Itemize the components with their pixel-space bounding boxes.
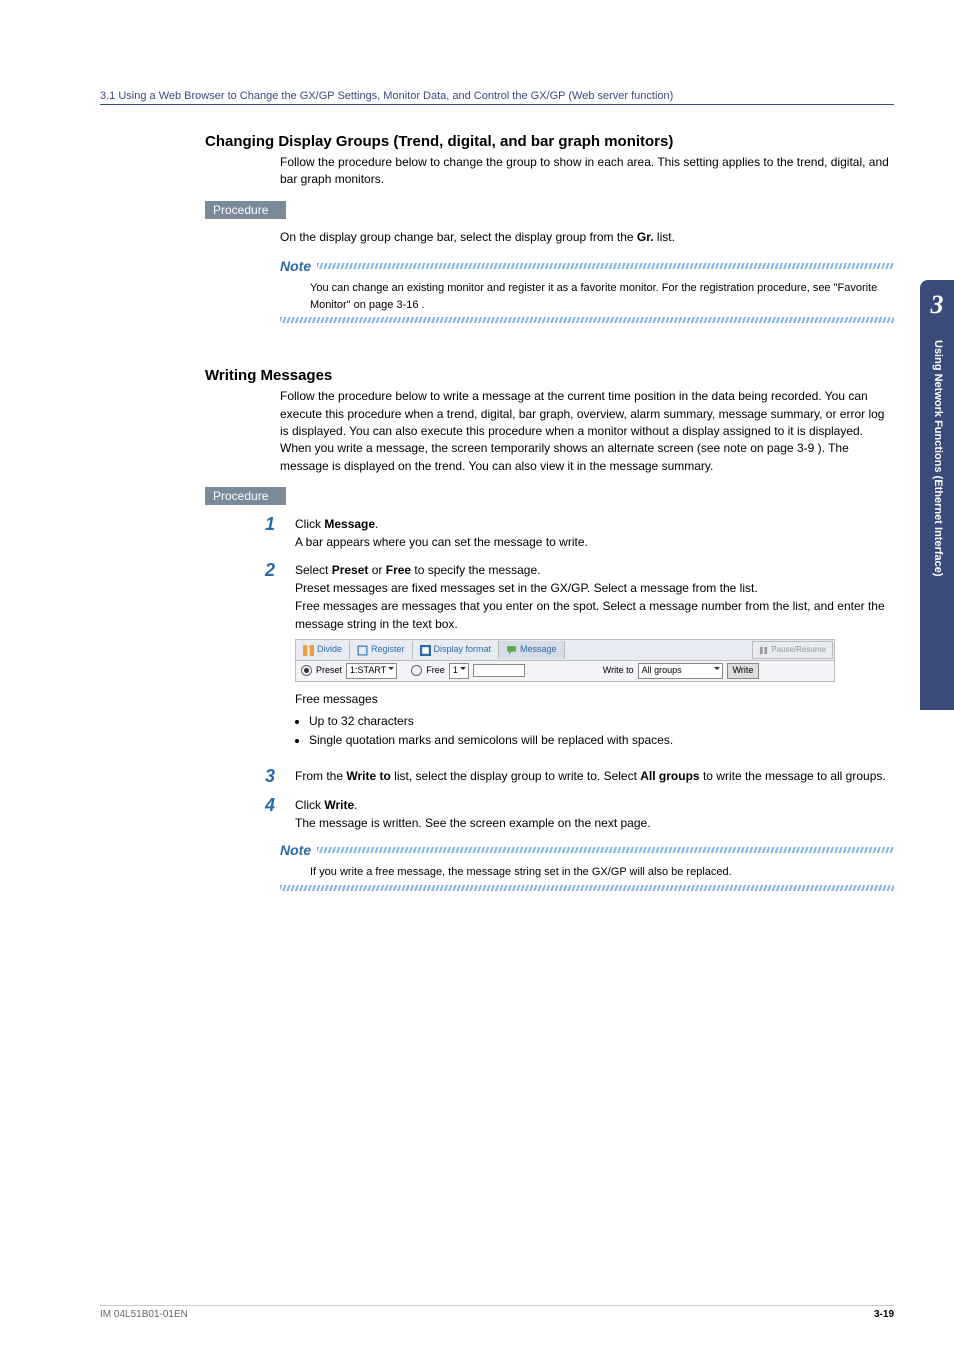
note-body: You can change an existing monitor and r… [310,280,894,313]
chapter-tab: 3 Using Network Functions (Ethernet Inte… [920,280,954,710]
pause-icon [759,646,768,655]
note-separator-icon [317,263,894,269]
step-number-1: 1 [265,515,295,551]
section-intro-groups: Follow the procedure below to change the… [280,154,894,189]
step-number-3: 3 [265,767,295,787]
step-number-4: 4 [265,796,295,832]
step-1-body: Click Message. A bar appears where you c… [295,515,588,551]
note-separator-icon [317,847,894,853]
toolbar-screenshot: Divide Register Display format Message [295,639,835,682]
display-format-button[interactable]: Display format [413,641,500,659]
register-icon [357,645,368,656]
section-title-groups: Changing Display Groups (Trend, digital,… [205,133,894,150]
write-to-label: Write to [603,664,634,678]
breadcrumb: 3.1 Using a Web Browser to Change the GX… [100,90,894,105]
divide-icon [303,645,314,656]
procedure-label: Procedure [205,201,286,219]
display-format-icon [420,645,431,656]
pause-resume-button[interactable]: Pause/Resume [752,641,833,659]
free-select[interactable]: 1 [449,663,469,679]
message-button[interactable]: Message [499,641,565,659]
chapter-label: Using Network Functions (Ethernet Interf… [932,340,944,577]
free-radio[interactable] [411,665,422,676]
step-number-2: 2 [265,561,295,757]
free-radio-label: Free [426,664,445,678]
note-label: Note [280,842,311,858]
section-intro-writing: Follow the procedure below to write a me… [280,388,894,475]
list-item: Single quotation marks and semicolons wi… [309,731,894,749]
write-button[interactable]: Write [727,663,760,679]
write-to-select[interactable]: All groups [638,663,723,679]
note-separator-icon [280,885,894,891]
preset-radio-label: Preset [316,664,342,678]
procedure-label: Procedure [205,487,286,505]
note-body: If you write a free message, the message… [310,864,894,881]
preset-radio[interactable] [301,665,312,676]
preset-select[interactable]: 1:START [346,663,397,679]
footer-doc-id: IM 04L51B01-01EN [100,1309,188,1320]
divide-button[interactable]: Divide [296,641,350,659]
note-separator-icon [280,317,894,323]
page-number: 3-19 [874,1309,894,1320]
message-icon [506,645,517,656]
section-title-writing: Writing Messages [205,367,894,384]
list-item: Up to 32 characters [309,712,894,730]
step-3-body: From the Write to list, select the displ… [295,767,886,787]
step-2-body: Select Preset or Free to specify the mes… [295,561,894,757]
chapter-number: 3 [920,280,954,320]
procedure-body: On the display group change bar, select … [280,229,894,246]
note-label: Note [280,258,311,274]
register-button[interactable]: Register [350,641,413,659]
step-4-body: Click Write. The message is written. See… [295,796,651,832]
free-text-input[interactable] [473,664,525,677]
